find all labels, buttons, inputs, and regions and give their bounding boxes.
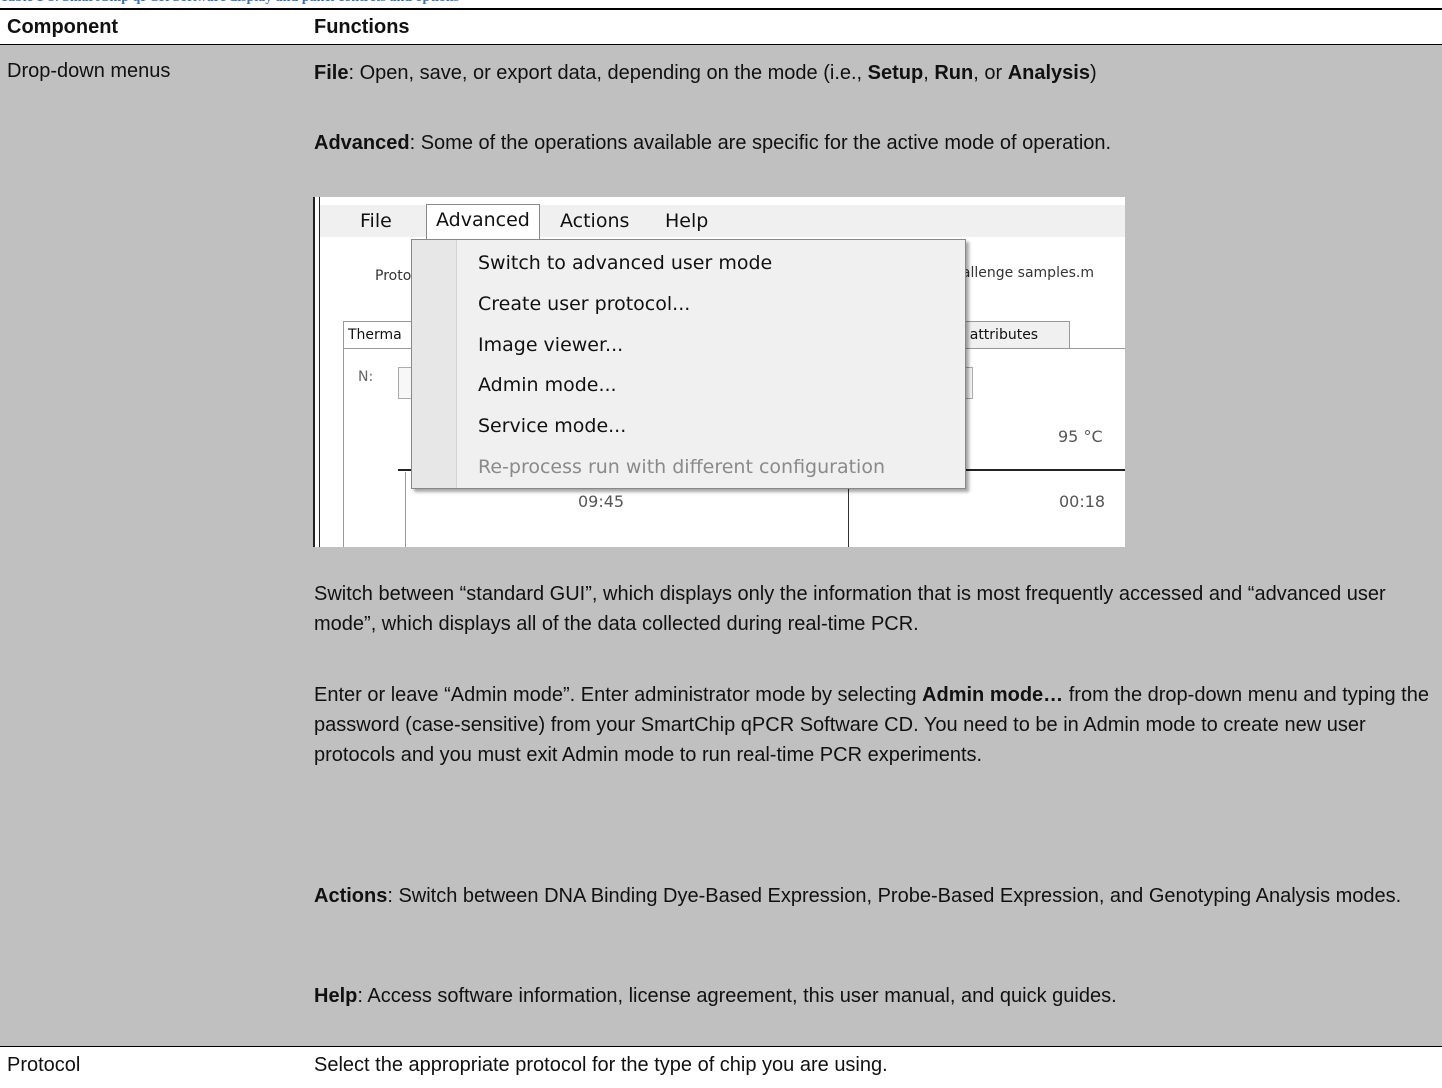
bold-setup: Setup bbox=[867, 62, 924, 84]
text: , or bbox=[973, 62, 1008, 84]
row-component-dropdown-menus: Drop-down menus bbox=[7, 60, 171, 82]
row-divider bbox=[0, 1046, 1442, 1047]
protocol-label: Proto bbox=[375, 268, 412, 284]
bold-file: File bbox=[314, 62, 349, 84]
menu-advanced[interactable]: Advanced bbox=[426, 204, 540, 243]
menu-screenshot: File Advanced Actions Help Proto halleng… bbox=[313, 197, 1125, 547]
temperature-label: 95 °C bbox=[1058, 427, 1103, 446]
paragraph-file: File: Open, save, or export data, depend… bbox=[314, 58, 1436, 88]
header-component: Component bbox=[7, 16, 119, 38]
bold-advanced: Advanced bbox=[314, 132, 410, 154]
time-left: 09:45 bbox=[578, 492, 625, 511]
paragraph-advanced: Advanced: Some of the operations availab… bbox=[314, 128, 1436, 158]
paragraph-actions: Actions: Switch between DNA Binding Dye-… bbox=[314, 881, 1436, 911]
window-border bbox=[313, 197, 315, 547]
text: : Some of the operations available are s… bbox=[409, 132, 1112, 154]
menu-help[interactable]: Help bbox=[665, 210, 708, 232]
text: : Open, save, or export data, depending … bbox=[348, 62, 868, 84]
menu-file[interactable]: File bbox=[360, 210, 392, 232]
protocol-field[interactable]: hallenge samples.m bbox=[953, 265, 1094, 281]
table-top-rule bbox=[0, 8, 1442, 10]
bold-actions: Actions bbox=[314, 885, 388, 907]
tab-attributes[interactable]: y attributes bbox=[950, 321, 1070, 348]
bold-admin-mode: Admin mode… bbox=[922, 684, 1064, 706]
bold-help: Help bbox=[314, 985, 358, 1007]
text: , bbox=[923, 62, 935, 84]
header-functions: Functions bbox=[314, 16, 410, 38]
time-right: 00:18 bbox=[1059, 492, 1106, 511]
text: ) bbox=[1089, 62, 1097, 84]
menu-item-switch-advanced[interactable]: Switch to advanced user mode bbox=[478, 248, 772, 278]
text: Enter or leave “Admin mode”. Enter admin… bbox=[314, 684, 923, 706]
menu-item-reprocess[interactable]: Re-process run with different configurat… bbox=[478, 452, 885, 482]
profile-curve bbox=[405, 472, 410, 547]
paragraph-admin-mode: Enter or leave “Admin mode”. Enter admin… bbox=[314, 680, 1436, 770]
n-label: N: bbox=[358, 369, 374, 385]
text: : Switch between DNA Binding Dye-Based E… bbox=[387, 885, 1402, 907]
menu-icon-gutter bbox=[412, 240, 457, 488]
bold-run: Run bbox=[934, 62, 974, 84]
table-caption: Table 1-3. SmartChip qPCR Software displ… bbox=[0, 0, 900, 8]
menu-item-image-viewer[interactable]: Image viewer... bbox=[478, 330, 623, 360]
advanced-dropdown-menu: Switch to advanced user mode Create user… bbox=[411, 239, 966, 489]
menu-item-create-protocol[interactable]: Create user protocol... bbox=[478, 289, 690, 319]
paragraph-switch-gui: Switch between “standard GUI”, which dis… bbox=[314, 583, 1386, 635]
row-component-protocol: Protocol bbox=[7, 1054, 81, 1076]
text: : Access software information, license a… bbox=[357, 985, 1117, 1007]
row-function-protocol: Select the appropriate protocol for the … bbox=[314, 1054, 888, 1076]
menu-item-service-mode[interactable]: Service mode... bbox=[478, 411, 626, 441]
menu-bar: File Advanced Actions Help bbox=[320, 204, 1125, 243]
menu-actions[interactable]: Actions bbox=[560, 210, 629, 232]
paragraph-help: Help: Access software information, licen… bbox=[314, 981, 1436, 1011]
window-border bbox=[319, 197, 320, 547]
bold-analysis: Analysis bbox=[1007, 62, 1090, 84]
menu-item-admin-mode[interactable]: Admin mode... bbox=[478, 370, 617, 400]
